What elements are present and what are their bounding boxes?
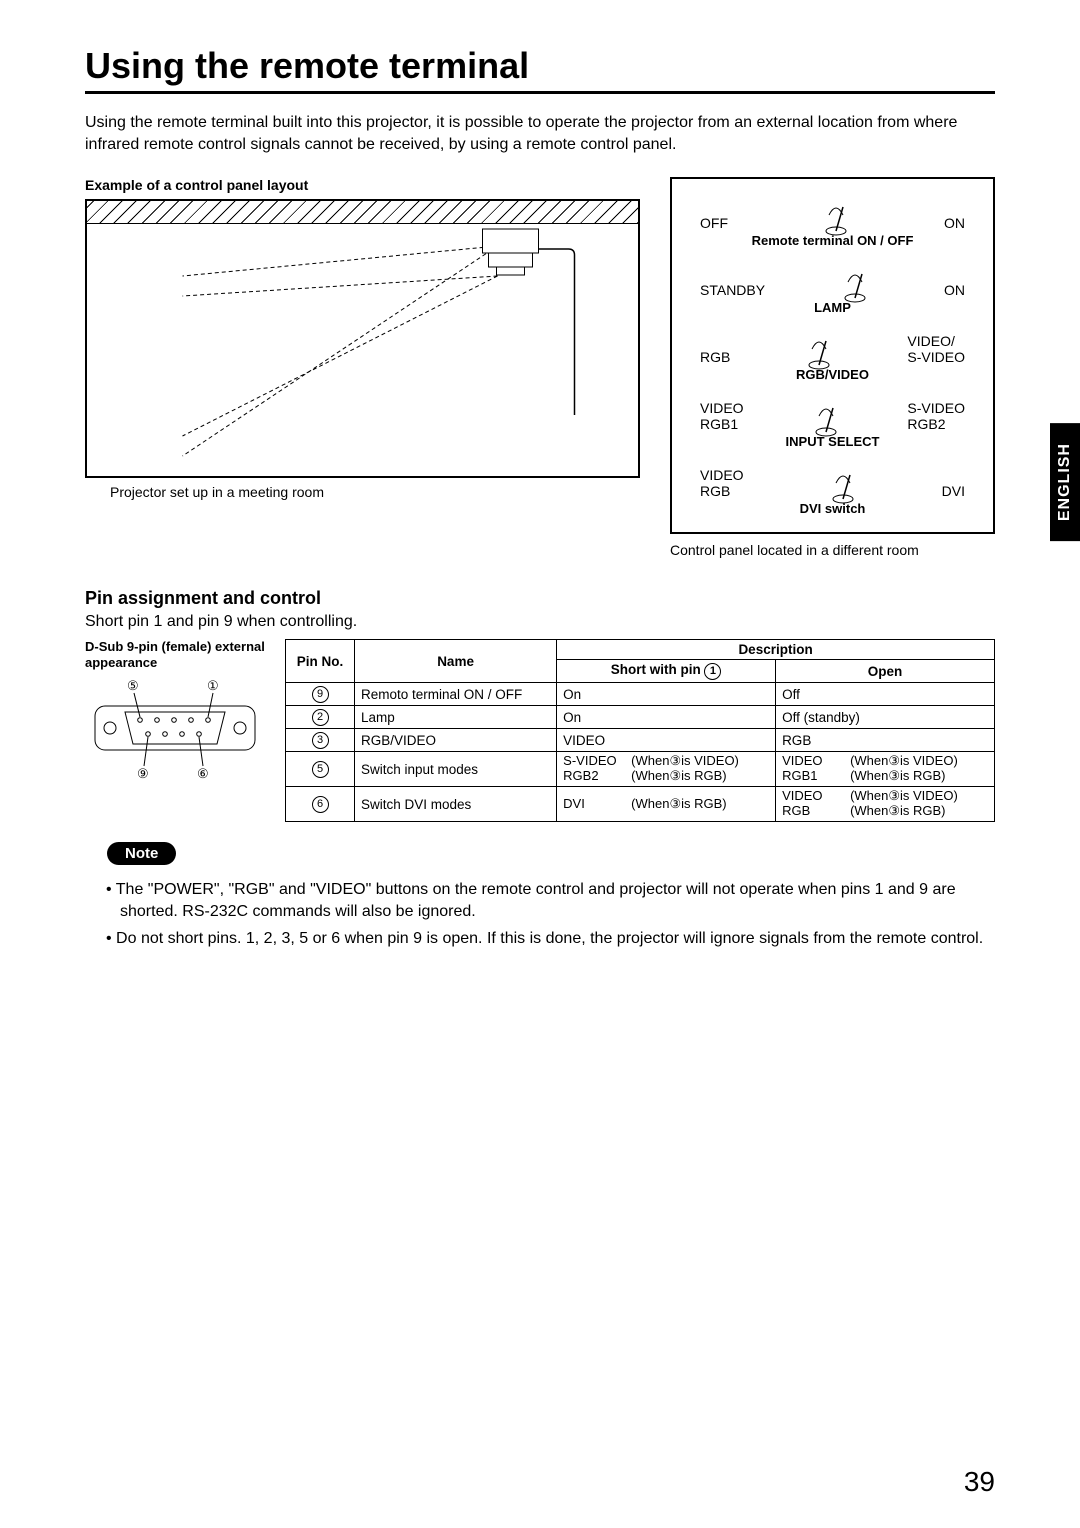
pin-section-heading: Pin assignment and control [85,588,995,609]
switch-left-label: OFF [700,216,728,231]
pin-cell: 9 [286,683,355,706]
panel-switch-row: OFF ON [682,189,983,231]
short-cell: VIDEO [557,729,776,752]
note-item: The "POWER", "RGB" and "VIDEO" buttons o… [120,879,995,922]
switch-left-label: RGB [700,350,730,365]
open-cell: Off [776,683,995,706]
short-cell: On [557,706,776,729]
room-caption: Projector set up in a meeting room [85,484,640,500]
open-cell: VIDEO(When③is VIDEO)RGB(When③is RGB) [776,787,995,822]
name-cell: Switch input modes [355,752,557,787]
toggle-icon [802,337,836,365]
name-cell: RGB/VIDEO [355,729,557,752]
note-item: Do not short pins. 1, 2, 3, 5 or 6 when … [120,928,995,950]
intro-text: Using the remote terminal built into thi… [85,112,995,155]
page-number: 39 [964,1466,995,1498]
pin-table: Pin No.NameDescriptionShort with pin 1Op… [285,639,995,822]
control-panel-diagram: OFFONRemote terminal ON / OFFSTANDBYONLA… [670,177,995,534]
svg-text:①: ① [207,678,219,693]
th-short: Short with pin 1 [557,660,776,683]
pin-cell: 6 [286,787,355,822]
panel-switch-row: STANDBY ON [682,256,983,298]
short-cell: DVI(When③is RGB) [557,787,776,822]
switch-left-label: VIDEO RGB1 [700,401,744,432]
switch-right-label: DVI [942,484,965,499]
toggle-icon [838,270,872,298]
toggle-icon [819,203,853,231]
panel-switch-row: VIDEO RGB DVI [682,457,983,499]
example-heading: Example of a control panel layout [85,177,640,193]
panel-caption: Control panel located in a different roo… [670,542,995,558]
th-desc: Description [557,640,995,660]
panel-switch-row: VIDEO RGB1 S-VIDEO RGB2 [682,390,983,432]
short-cell: On [557,683,776,706]
toggle-icon [826,471,860,499]
toggle-icon [809,404,843,432]
note-label: Note [107,842,176,865]
switch-right-label: S-VIDEO RGB2 [907,401,965,432]
name-cell: Switch DVI modes [355,787,557,822]
svg-text:⑨: ⑨ [137,766,149,781]
switch-right-label: ON [944,216,965,231]
open-cell: Off (standby) [776,706,995,729]
connector-heading: D-Sub 9-pin (female) external appearance [85,639,265,670]
page-title: Using the remote terminal [85,45,995,94]
short-cell: S-VIDEO(When③is VIDEO)RGB2(When③is RGB) [557,752,776,787]
open-cell: VIDEO(When③is VIDEO)RGB1(When③is RGB) [776,752,995,787]
switch-label: LAMP [682,300,983,315]
th-open: Open [776,660,995,683]
th-pin: Pin No. [286,640,355,683]
pin-cell: 3 [286,729,355,752]
name-cell: Remoto terminal ON / OFF [355,683,557,706]
room-diagram [85,199,640,478]
pin-cell: 2 [286,706,355,729]
pin-short-note: Short pin 1 and pin 9 when controlling. [85,613,995,631]
name-cell: Lamp [355,706,557,729]
connector-block: D-Sub 9-pin (female) external appearance… [85,639,265,766]
panel-switch-row: RGB VIDEO/ S-VIDEO [682,323,983,365]
switch-right-label: VIDEO/ S-VIDEO [907,334,965,365]
switch-left-label: STANDBY [700,283,765,298]
pin-cell: 5 [286,752,355,787]
switch-left-label: VIDEO RGB [700,468,744,499]
svg-text:⑤: ⑤ [127,678,139,693]
notes-list: The "POWER", "RGB" and "VIDEO" buttons o… [85,879,995,950]
open-cell: RGB [776,729,995,752]
th-name: Name [355,640,557,683]
svg-text:⑥: ⑥ [197,766,209,781]
switch-right-label: ON [944,283,965,298]
